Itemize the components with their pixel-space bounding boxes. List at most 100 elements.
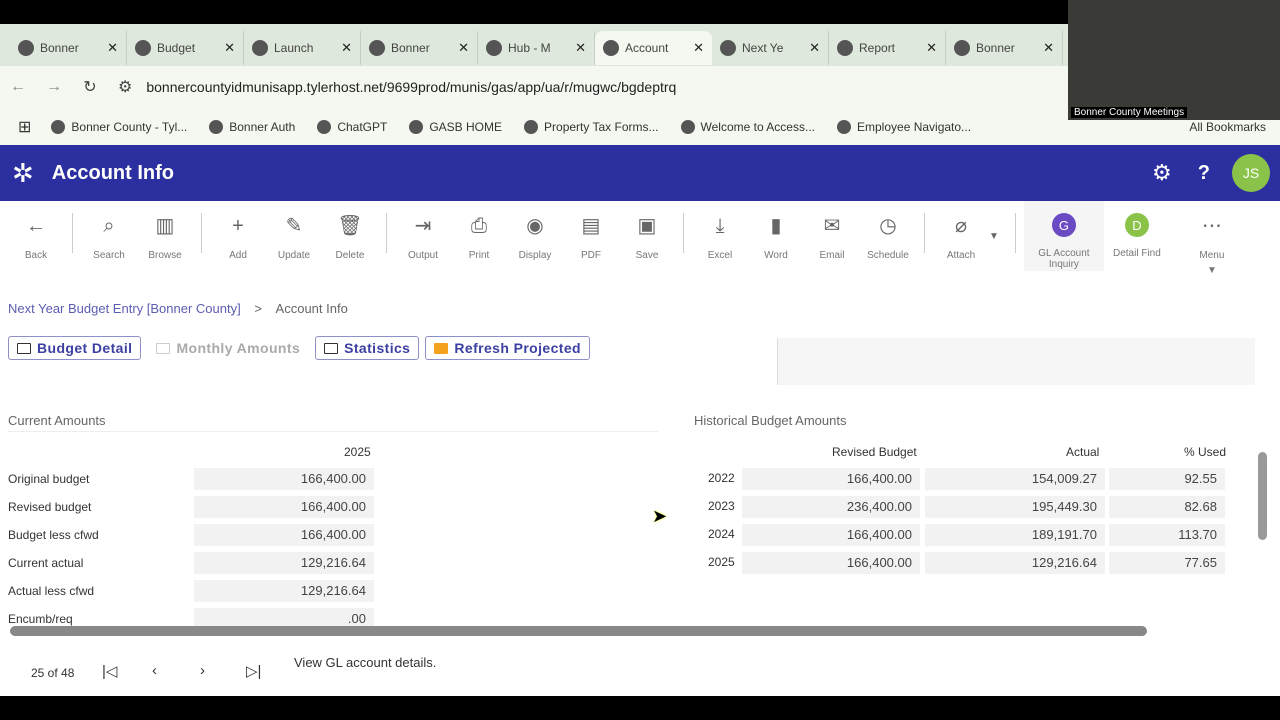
breadcrumb-current: Account Info [275,301,348,316]
statistics-button[interactable]: Statistics [315,336,420,360]
monthly-amounts-button[interactable]: Monthly Amounts [147,336,309,360]
address-bar: ← → ↻ ⚙ bonnercountyidmunisapp.tylerhost… [0,66,1068,108]
all-bookmarks[interactable]: All Bookmarks [1189,120,1266,134]
bookmark-item[interactable]: GASB HOME [409,119,503,134]
browser-tab[interactable]: Launch ✕ [244,31,361,65]
close-icon[interactable]: ✕ [809,40,820,56]
previous-record-icon[interactable]: ‹ [152,662,157,679]
bookmark-item[interactable]: Property Tax Forms... [524,119,659,134]
back-icon[interactable]: ← [0,78,36,96]
toolbar-label: Search [93,250,125,261]
toolbar-delete-button[interactable]: 🗑 Delete [322,201,378,261]
toolbar-label: Display [518,250,552,261]
hist-revised: 166,400.00 [742,524,920,546]
refresh-projected-button[interactable]: Refresh Projected [425,336,590,360]
detail-find-button[interactable]: D Detail Find [1104,201,1170,259]
app-logo-icon[interactable]: ✲ [12,158,34,189]
forward-icon[interactable]: → [36,78,72,96]
browser-tab[interactable]: Next Ye ✕ [712,31,829,65]
horizontal-scrollbar[interactable] [10,626,1147,636]
toolbar-output-button[interactable]: ⇥ Output [395,201,451,261]
hist-used: 113.70 [1109,524,1225,546]
close-icon[interactable]: ✕ [693,40,704,56]
site-info-icon[interactable]: ⚙ [118,77,132,97]
bookmark-item[interactable]: ChatGPT [317,119,387,134]
toolbar-label: Excel [707,250,733,261]
menu-button[interactable]: ⋯ Menu ▼ [1180,201,1244,276]
toolbar-label: Update [277,250,311,261]
current-row-label: Current actual [8,556,84,570]
toolbar-divider [72,213,73,253]
toolbar-save-button[interactable]: ▣ Save [619,201,675,261]
next-record-icon[interactable]: › [200,662,205,679]
schedule-icon: ◷ [879,215,897,237]
delete-icon: 🗑 [337,215,363,237]
browser-tab[interactable]: Account ✕ [595,31,712,65]
toolbar-email-button[interactable]: ✉ Email [804,201,860,261]
current-row-label: Revised budget [8,500,92,514]
browser-tab[interactable]: Bonner ✕ [946,31,1063,65]
folder-icon [156,342,171,354]
update-icon: ✎ [285,215,303,237]
tab-title: Hub - M [508,41,551,55]
toolbar-search-button[interactable]: ⌕ Search [81,201,137,261]
bookmark-label: Bonner County - Tyl... [71,119,188,134]
gear-icon[interactable]: ⚙ [1152,160,1172,186]
attach-dropdown-icon[interactable]: ▼ [989,201,999,242]
budget-detail-button[interactable]: Budget Detail [8,336,142,360]
browser-tab[interactable]: Budget ✕ [127,31,244,65]
browser-tab[interactable]: Hub - M ✕ [478,31,595,65]
close-icon[interactable]: ✕ [224,40,235,56]
toolbar-word-button[interactable]: ▮ Word [748,201,804,261]
toolbar-add-button[interactable]: + Add [210,201,266,261]
first-record-icon[interactable]: |◁ [102,662,117,680]
toolbar-label: Back [24,250,48,261]
breadcrumb-separator: > [254,301,262,316]
bookmark-item[interactable]: Bonner Auth [209,119,295,134]
bookmark-item[interactable]: Welcome to Access... [680,119,815,134]
close-icon[interactable]: ✕ [926,40,937,56]
bookmark-label: GASB HOME [429,119,503,134]
tab-title: Bonner [391,41,430,55]
user-avatar[interactable]: JS [1232,154,1270,192]
browser-tab[interactable]: Bonner ✕ [361,31,478,65]
close-icon[interactable]: ✕ [341,40,352,56]
toolbar-update-button[interactable]: ✎ Update [266,201,322,261]
toolbar-divider [386,213,387,253]
bookmark-icon [680,119,695,134]
toolbar-back-button[interactable]: ← Back [8,201,64,261]
toolbar-display-button[interactable]: ◉ Display [507,201,563,261]
toolbar-label: Menu [1199,250,1225,261]
close-icon[interactable]: ✕ [107,40,118,56]
browser-tab[interactable]: Bonner ✕ [10,31,127,65]
save-icon: ▣ [637,215,657,237]
more-icon: ⋯ [1201,215,1222,237]
gmail-icon [135,40,151,56]
close-icon[interactable]: ✕ [1043,40,1054,56]
breadcrumb-parent[interactable]: Next Year Budget Entry [Bonner County] [8,301,241,316]
current-amounts-title: Current Amounts [8,413,106,428]
email-icon: ✉ [823,215,841,237]
gl-account-inquiry-button[interactable]: G GL Account Inquiry [1023,201,1104,271]
hist-revised: 236,400.00 [742,496,920,518]
browser-tab[interactable]: Report ✕ [829,31,946,65]
last-record-icon[interactable]: ▷| [246,662,261,680]
toolbar-pdf-button[interactable]: ▤ PDF [563,201,619,261]
toolbar-label: Word [764,250,788,261]
bookmark-item[interactable]: Bonner County - Tyl... [51,119,188,134]
url-input[interactable]: bonnercountyidmunisapp.tylerhost.net/969… [146,79,676,95]
toolbar-print-button[interactable]: ⎙ Print [451,201,507,261]
close-icon[interactable]: ✕ [458,40,469,56]
reload-icon[interactable]: ↻ [72,77,108,97]
current-row-value: 166,400.00 [194,524,374,546]
vertical-scrollbar[interactable] [1258,452,1267,540]
toolbar-attach-button[interactable]: ⌀ Attach [933,201,989,261]
toolbar-schedule-button[interactable]: ◷ Schedule [860,201,916,261]
help-icon[interactable]: ? [1198,162,1210,185]
bookmark-item[interactable]: Employee Navigato... [837,119,971,134]
toolbar-browse-button[interactable]: ▥ Browse [137,201,193,261]
close-icon[interactable]: ✕ [575,40,586,56]
phone-icon [18,40,34,56]
toolbar-excel-button[interactable]: ⤓ Excel [692,201,748,261]
apps-icon[interactable]: ⊞ [18,117,31,137]
